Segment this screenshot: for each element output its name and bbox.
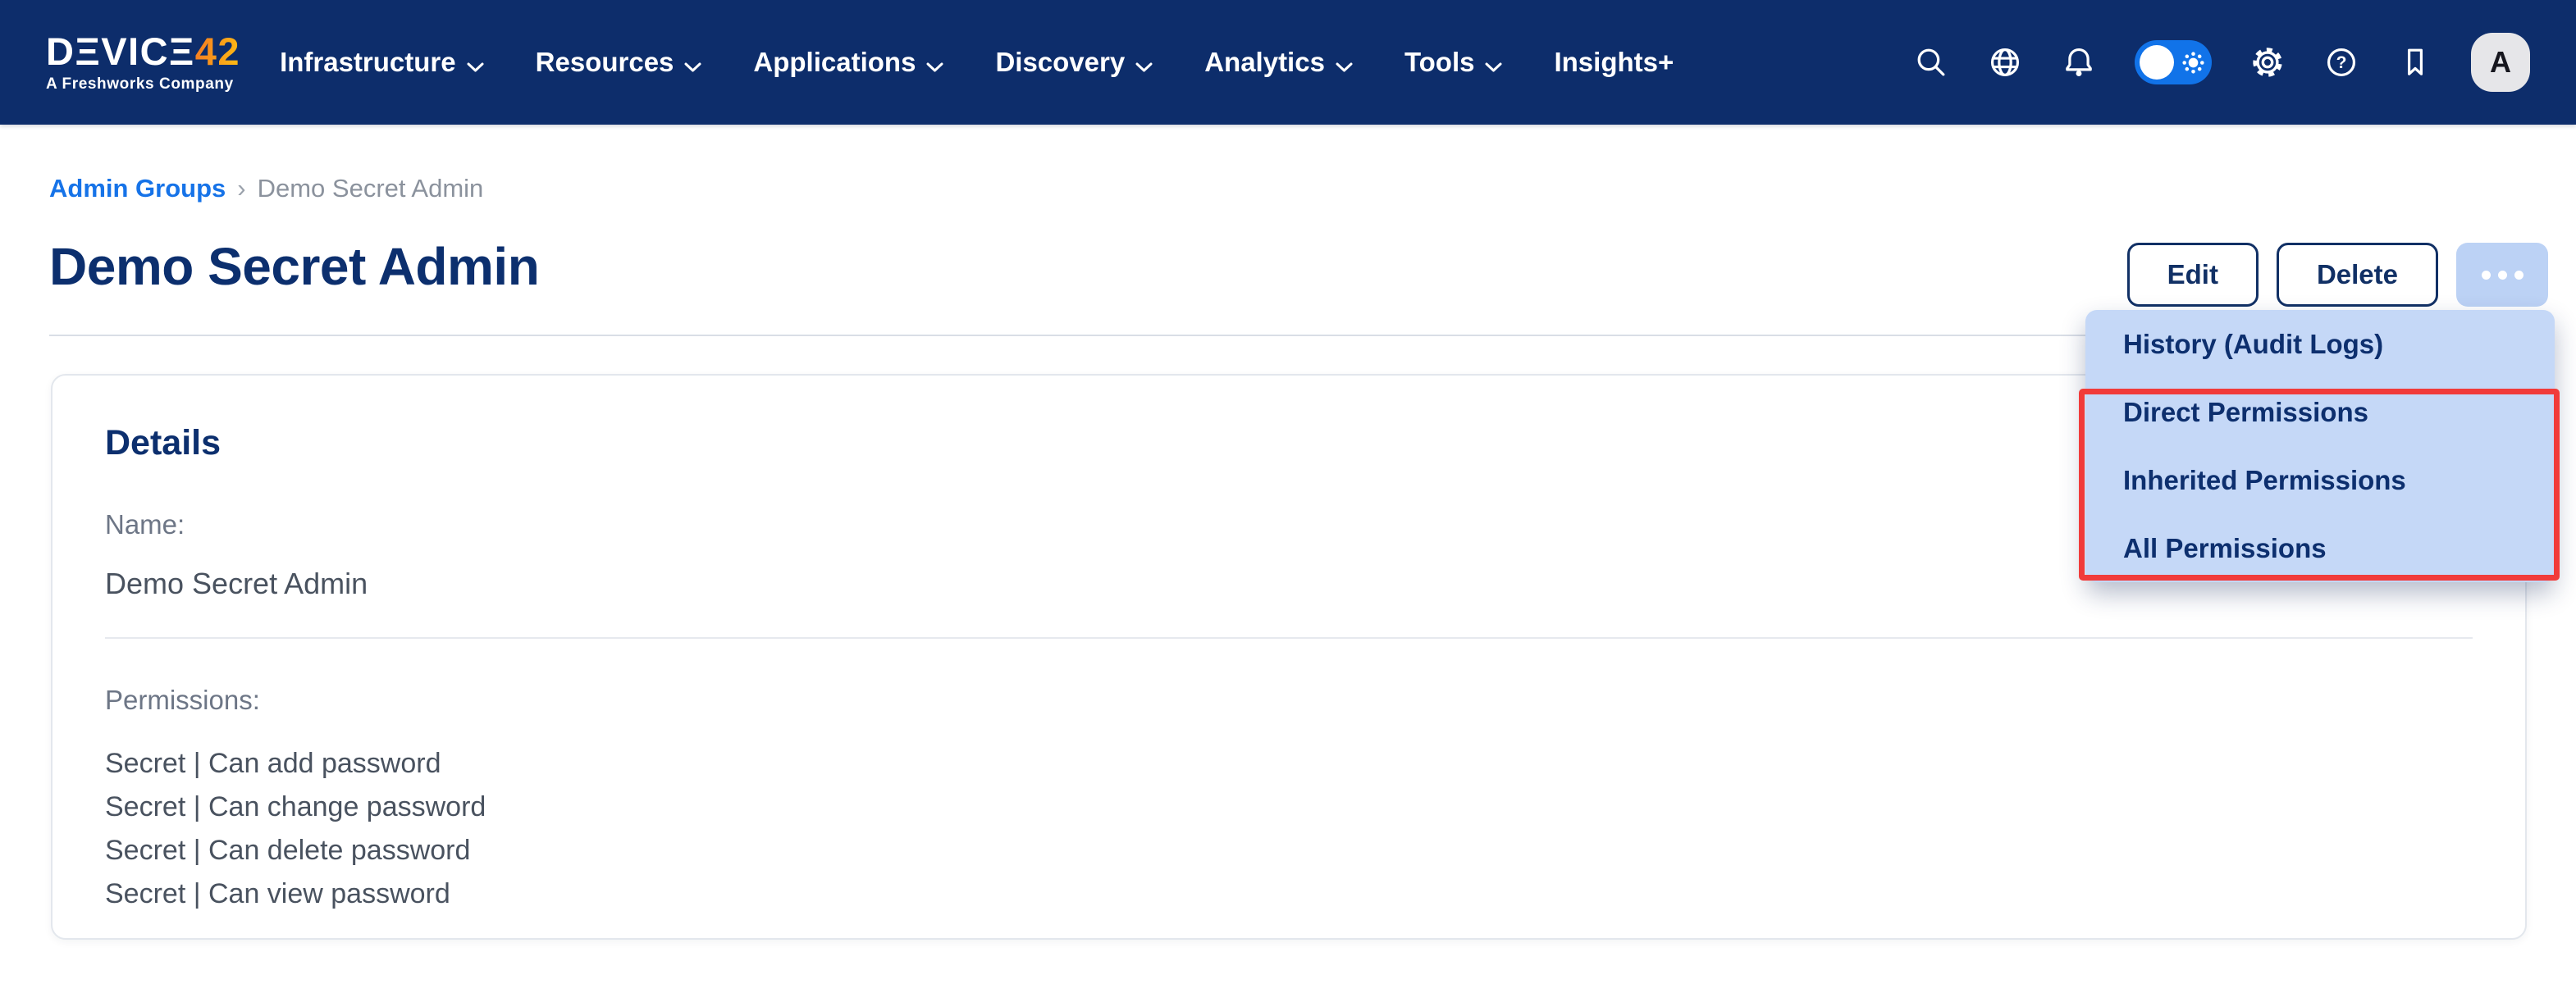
breadcrumb-link-admin-groups[interactable]: Admin Groups	[49, 174, 226, 203]
permission-item: Secret | Can change password	[105, 786, 2473, 829]
breadcrumb: Admin Groups › Demo Secret Admin	[49, 174, 483, 203]
bookmark-icon[interactable]	[2397, 44, 2433, 80]
help-icon[interactable]: ?	[2323, 44, 2359, 80]
chevron-down-icon	[466, 48, 485, 80]
user-avatar[interactable]: A	[2471, 33, 2530, 92]
nav-item-label: Discovery	[995, 47, 1125, 78]
nav-item-infrastructure[interactable]: Infrastructure	[280, 45, 485, 80]
nav-item-label: Tools	[1404, 47, 1475, 78]
nav-item-label: Applications	[753, 47, 916, 78]
nav-item-label: Insights+	[1554, 47, 1674, 78]
nav-item-applications[interactable]: Applications	[753, 45, 944, 80]
chevron-down-icon	[1484, 48, 1503, 80]
menu-item-inherited-permissions[interactable]: Inherited Permissions	[2085, 446, 2555, 514]
logo-text: DΞVICΞ	[46, 30, 195, 73]
notifications-bell-icon[interactable]	[2061, 44, 2097, 80]
menu-item-direct-permissions[interactable]: Direct Permissions	[2085, 378, 2555, 446]
nav-item-label: Resources	[536, 47, 674, 78]
nav-item-label: Analytics	[1204, 47, 1325, 78]
globe-icon[interactable]	[1987, 44, 2023, 80]
svg-text:?: ?	[2336, 53, 2347, 72]
permission-item: Secret | Can add password	[105, 742, 2473, 786]
breadcrumb-separator: ›	[237, 174, 245, 203]
chevron-down-icon	[1135, 48, 1153, 80]
logo-number: 42	[195, 30, 240, 73]
avatar-initial: A	[2490, 45, 2511, 80]
sun-icon	[2182, 52, 2204, 78]
nav-item-analytics[interactable]: Analytics	[1204, 45, 1354, 80]
delete-button[interactable]: Delete	[2277, 243, 2438, 307]
chevron-down-icon	[683, 48, 702, 80]
top-nav-bar: DΞVICΞ42 A Freshworks Company Infrastruc…	[0, 0, 2576, 125]
nav-item-discovery[interactable]: Discovery	[995, 45, 1153, 80]
nav-utilities: ? A	[1913, 33, 2530, 92]
nav-item-tools[interactable]: Tools	[1404, 45, 1504, 80]
more-actions-dropdown: History (Audit Logs) Direct Permissions …	[2085, 310, 2555, 582]
chevron-down-icon	[1335, 48, 1354, 80]
nav-item-insights[interactable]: Insights+	[1554, 47, 1674, 78]
logo-tagline: A Freshworks Company	[46, 75, 240, 93]
card-divider	[105, 637, 2473, 639]
toggle-knob	[2140, 45, 2174, 80]
menu-item-all-permissions[interactable]: All Permissions	[2085, 514, 2555, 582]
nav-item-label: Infrastructure	[280, 47, 456, 78]
page-actions: Edit Delete	[2127, 243, 2548, 307]
search-icon[interactable]	[1913, 44, 1949, 80]
settings-gear-icon[interactable]	[2249, 44, 2286, 80]
logo-wordmark: DΞVICΞ42	[46, 32, 240, 71]
more-actions-button[interactable]	[2456, 243, 2548, 307]
page: DΞVICΞ42 A Freshworks Company Infrastruc…	[0, 0, 2576, 984]
permission-item: Secret | Can delete password	[105, 829, 2473, 872]
permission-item: Secret | Can view password	[105, 872, 2473, 916]
theme-toggle[interactable]	[2135, 40, 2212, 84]
permissions-list: Secret | Can add password Secret | Can c…	[105, 742, 2473, 916]
page-title: Demo Secret Admin	[49, 236, 539, 297]
breadcrumb-current: Demo Secret Admin	[258, 174, 484, 203]
chevron-down-icon	[925, 48, 944, 80]
device42-logo[interactable]: DΞVICΞ42 A Freshworks Company	[46, 32, 240, 93]
menu-item-history-audit-logs[interactable]: History (Audit Logs)	[2085, 310, 2555, 378]
permissions-label: Permissions:	[105, 685, 2473, 716]
edit-button[interactable]: Edit	[2127, 243, 2259, 307]
main-nav: Infrastructure Resources Applications Di…	[280, 45, 1674, 80]
ellipsis-icon	[2482, 271, 2523, 280]
nav-item-resources[interactable]: Resources	[536, 45, 703, 80]
